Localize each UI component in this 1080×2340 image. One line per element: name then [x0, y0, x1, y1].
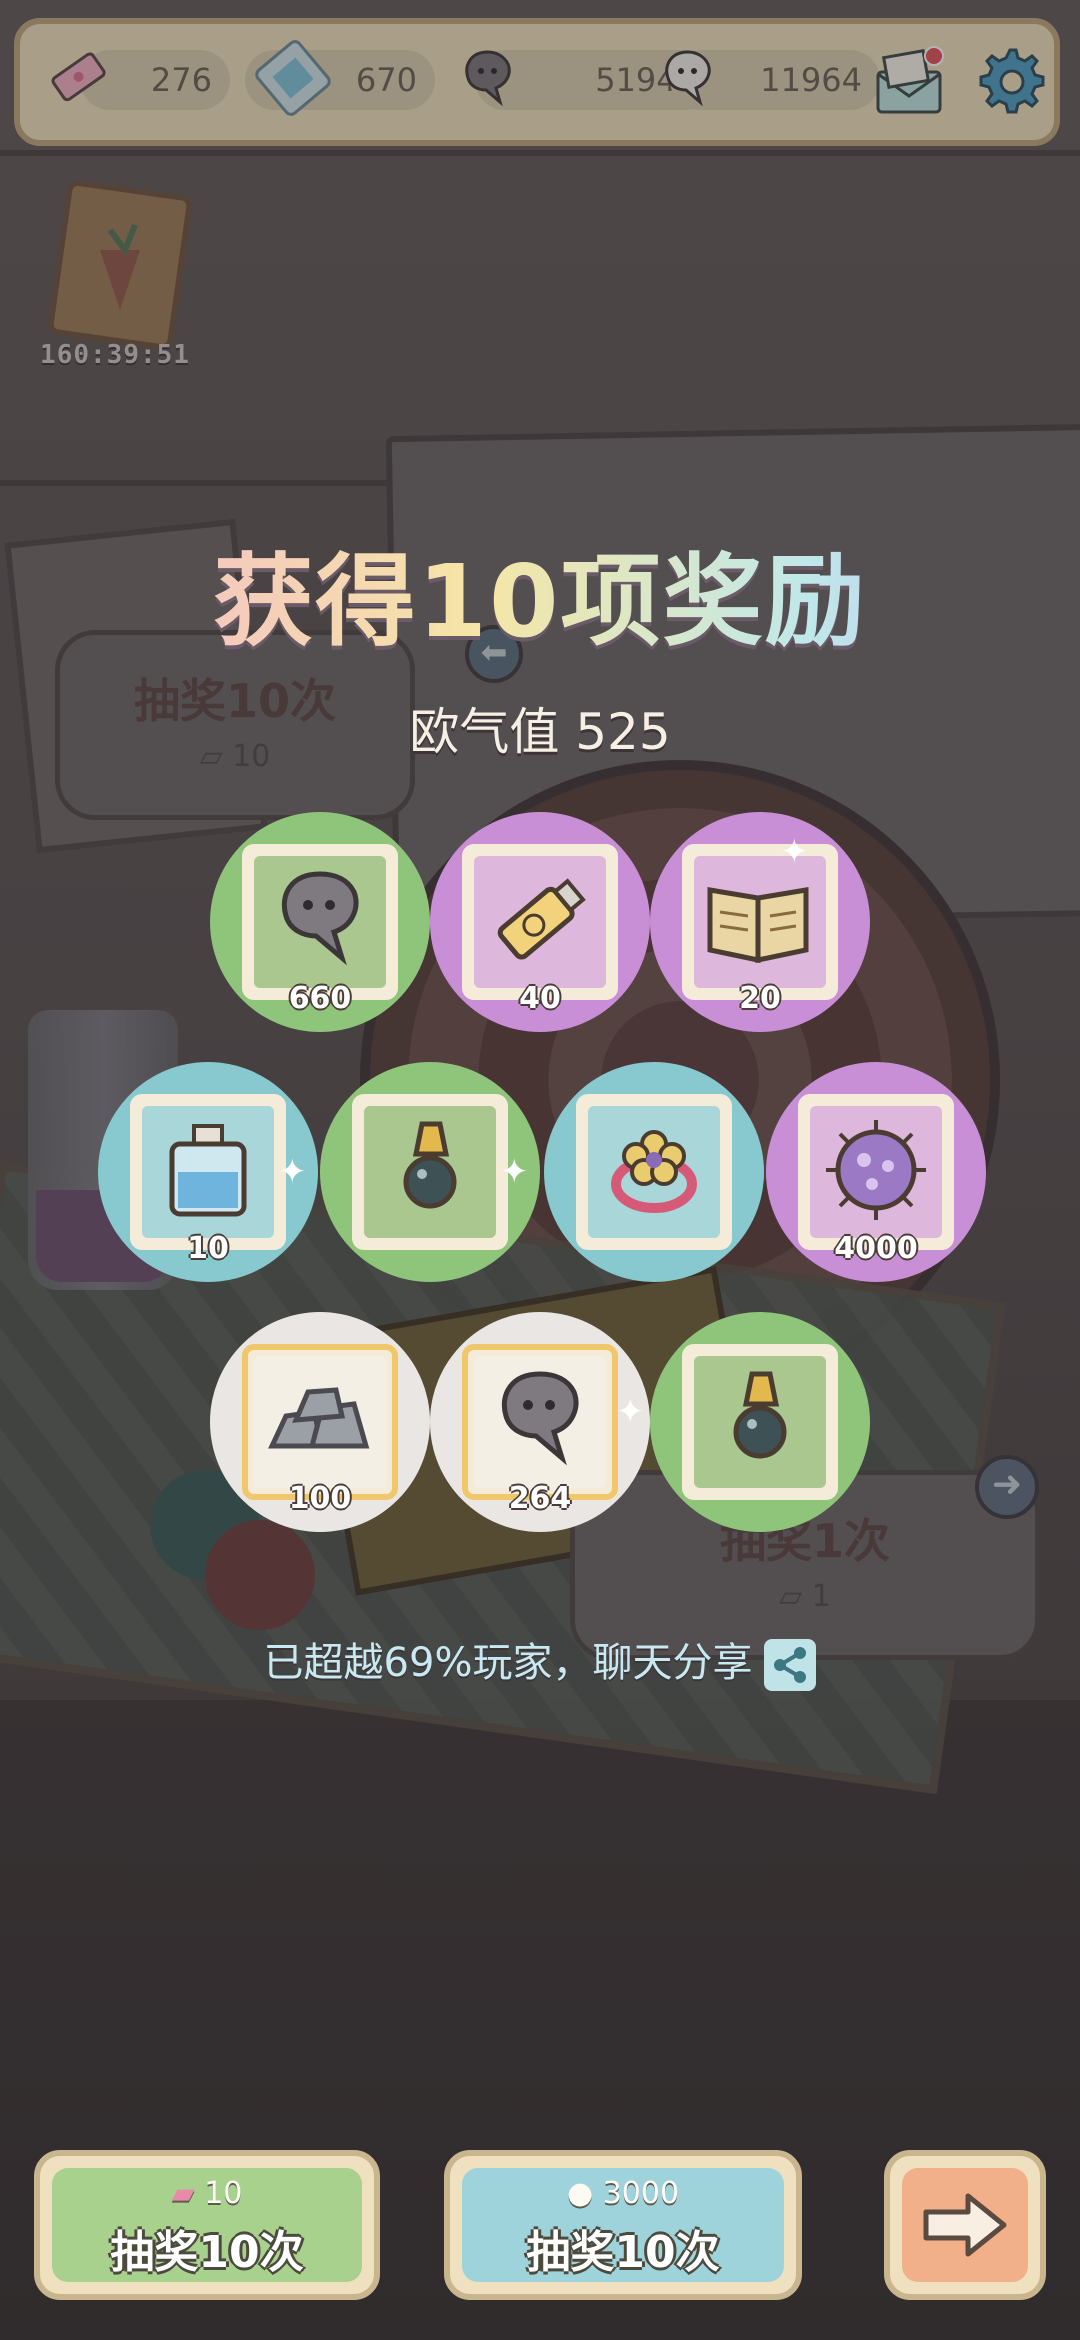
virus-cell-icon: [826, 1120, 926, 1220]
sparkle-icon: ✦: [780, 832, 809, 872]
reward-item[interactable]: ✦ 264: [430, 1312, 650, 1532]
ticket-icon: ▰: [171, 2176, 195, 2211]
reward-qty: 660: [288, 981, 352, 1016]
next-button[interactable]: [884, 2150, 1046, 2300]
arrow-right-icon: [923, 2193, 1007, 2257]
reward-item[interactable]: 4000: [766, 1062, 986, 1282]
reward-item[interactable]: ✦ 10: [98, 1062, 318, 1282]
flower-ring-icon: [611, 1130, 697, 1213]
reward-qty: 20: [739, 981, 781, 1016]
reward-item[interactable]: [544, 1062, 764, 1282]
share-icon[interactable]: [764, 1639, 817, 1691]
dark-soul-icon: [281, 871, 359, 966]
reward-item[interactable]: 40: [430, 812, 650, 1032]
result-title: 获得10项奖励: [0, 520, 1080, 665]
sparkle-icon: ✦: [278, 1152, 307, 1192]
draw10-ticket-button[interactable]: ▰ 10 抽奖10次: [34, 2150, 380, 2300]
reward-item[interactable]: [650, 1312, 870, 1532]
draw10-soul-button[interactable]: ● 3000 抽奖10次: [444, 2150, 802, 2300]
draw10-soul-cost: 3000: [602, 2176, 680, 2211]
pendant-icon: [733, 1371, 787, 1459]
rock-pile-icon: [268, 1387, 370, 1449]
light-soul-icon: ●: [566, 2176, 594, 2211]
sparkle-icon: ✦: [616, 1392, 645, 1432]
reward-item[interactable]: ✦ 20: [650, 812, 870, 1032]
dark-soul-icon: [501, 1371, 579, 1466]
reward-qty: 264: [508, 1481, 572, 1516]
ointment-tube-icon: [497, 878, 586, 960]
reward-item[interactable]: ✦: [320, 1062, 540, 1282]
share-row[interactable]: 已超越69%玩家，聊天分享: [0, 1630, 1080, 1691]
pendant-icon: [403, 1121, 457, 1209]
reward-item[interactable]: 660: [210, 812, 430, 1032]
luck-value: 欧气值 525: [409, 703, 671, 761]
reward-qty: 4000: [834, 1231, 918, 1266]
reward-qty: 100: [288, 1481, 352, 1516]
draw10-ticket-cost: 10: [204, 2176, 243, 2211]
draw10-ticket-label: 抽奖10次: [110, 2227, 304, 2278]
draw10-soul-label: 抽奖10次: [526, 2227, 720, 2278]
share-text: 已超越69%玩家，聊天分享: [263, 1640, 753, 1686]
open-book-icon: [707, 887, 809, 964]
sparkle-icon: ✦: [500, 1152, 529, 1192]
reward-item[interactable]: 100: [210, 1312, 430, 1532]
potion-bottle-icon: [169, 1124, 247, 1217]
reward-qty: 10: [187, 1231, 229, 1266]
reward-qty: 40: [519, 981, 561, 1016]
